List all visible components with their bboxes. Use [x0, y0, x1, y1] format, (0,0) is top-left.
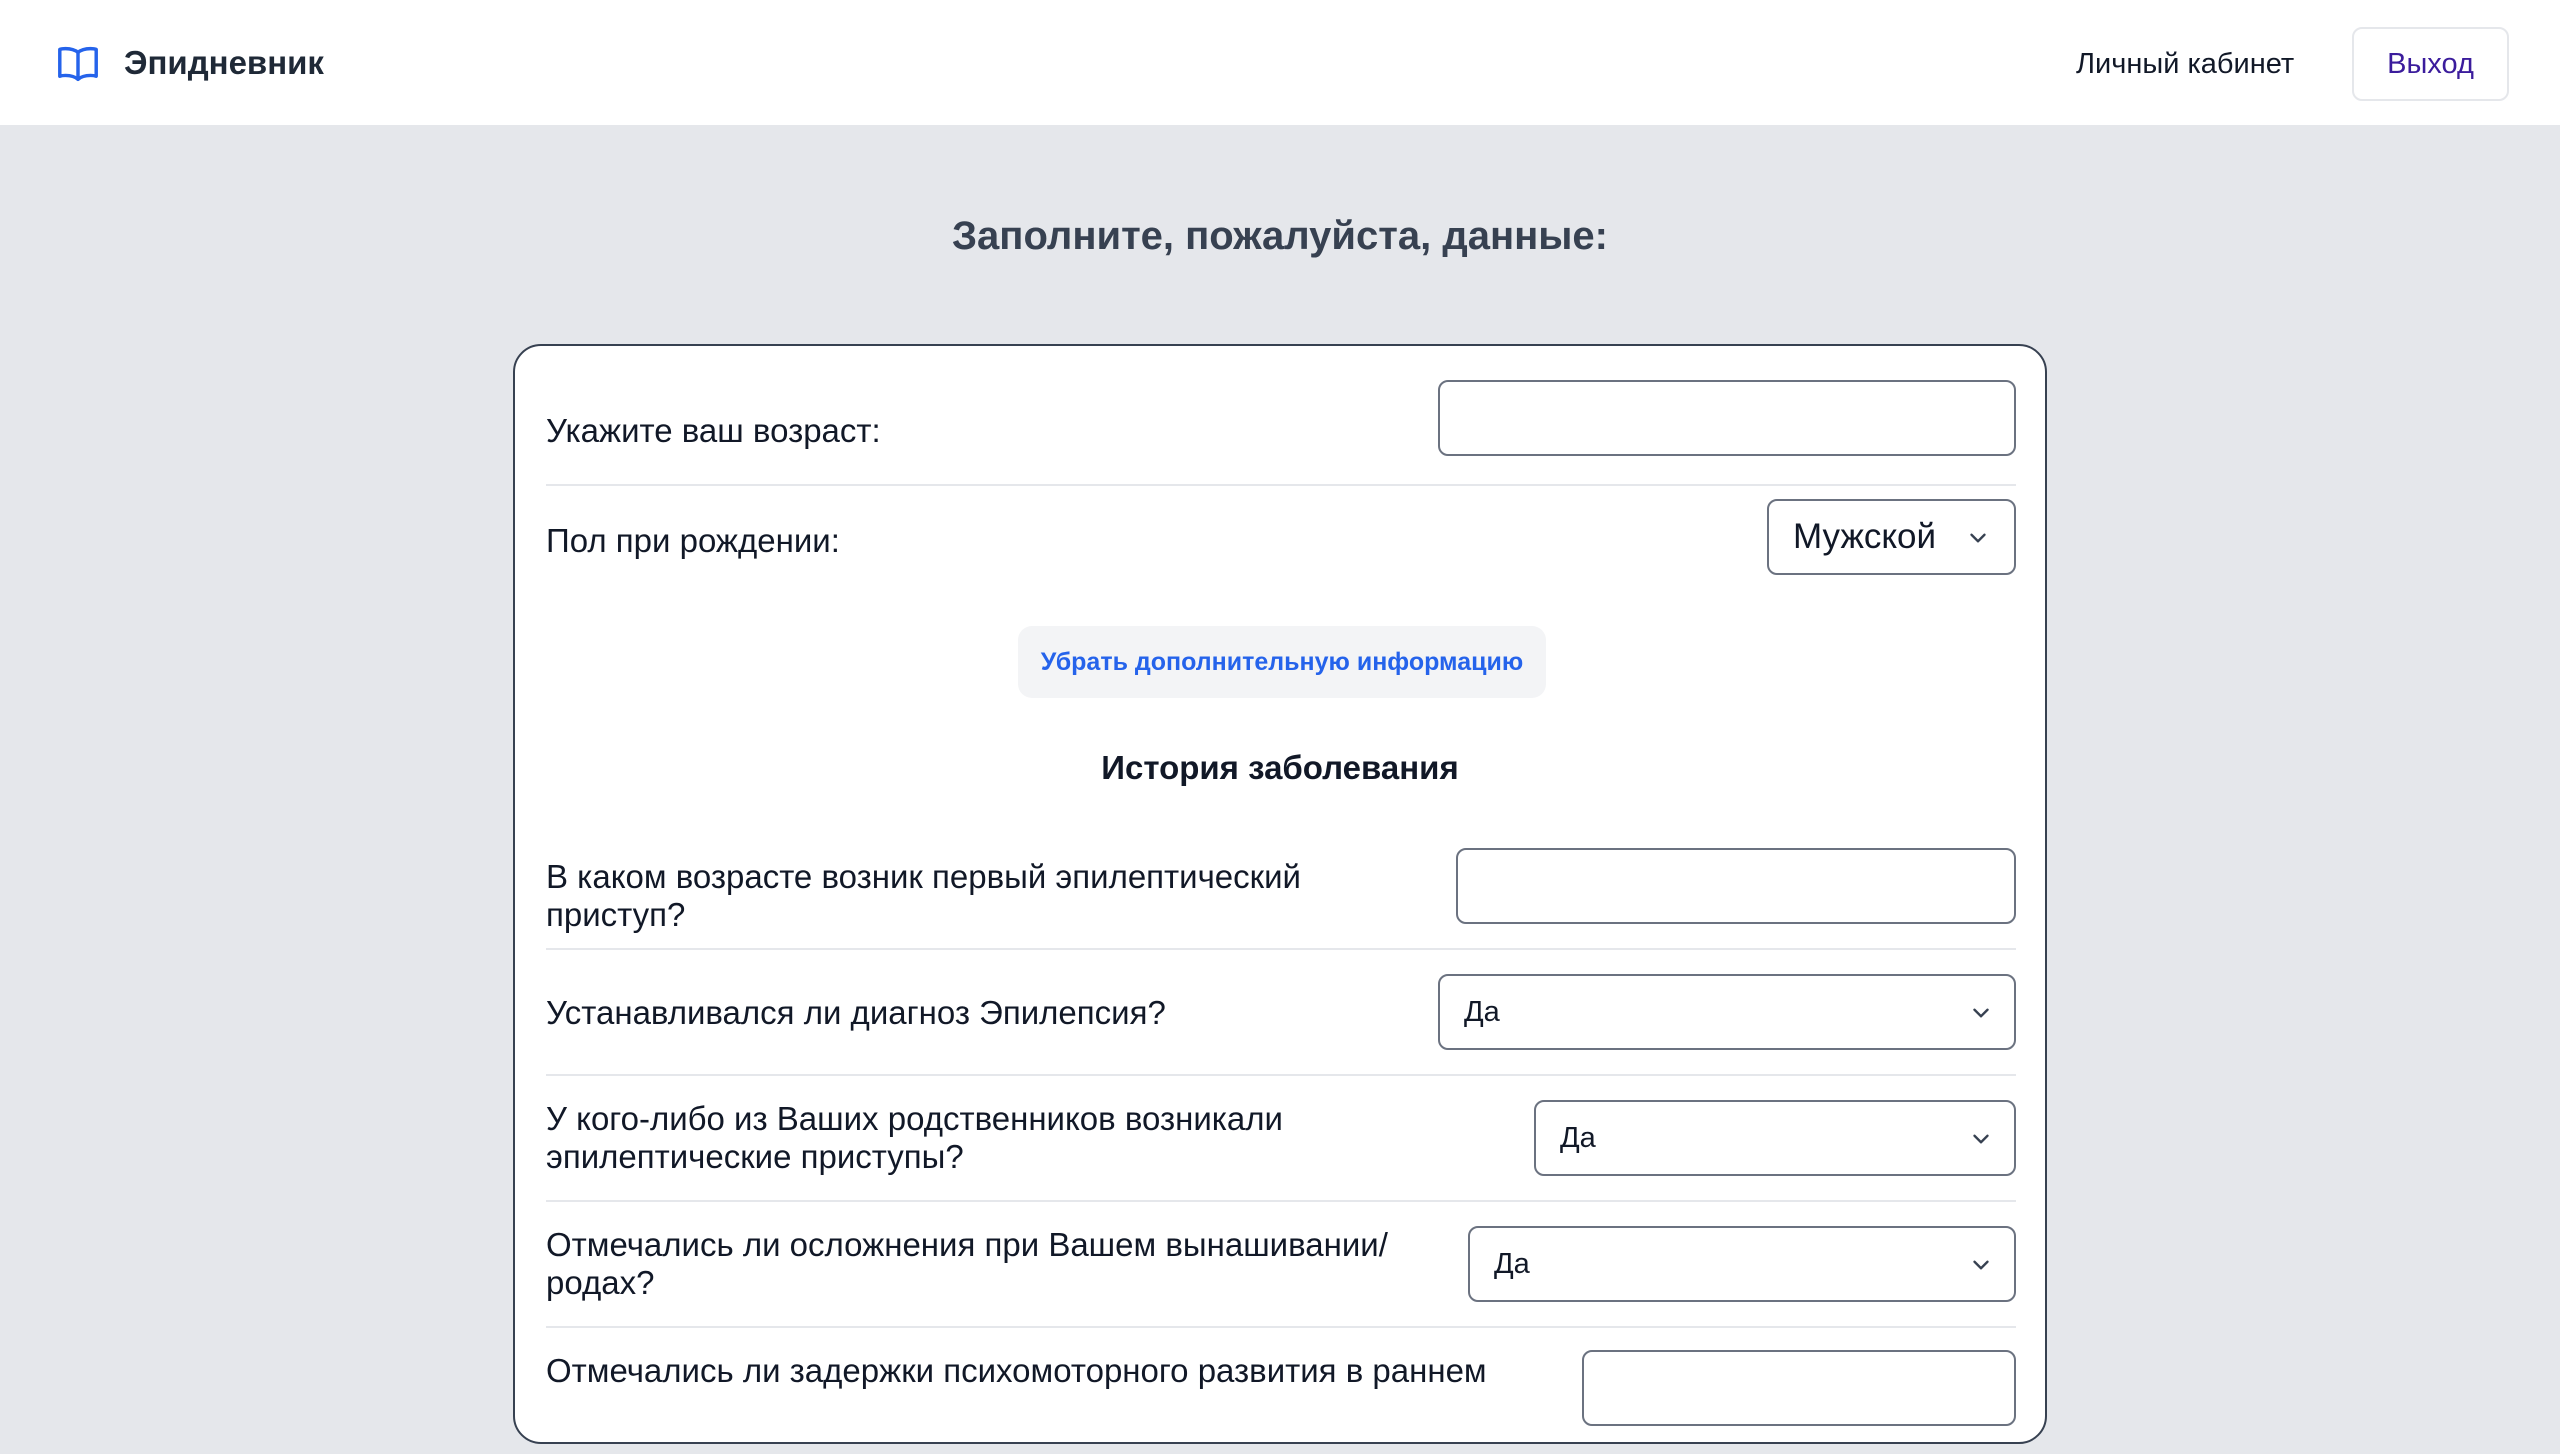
brand[interactable]: Эпидневник	[54, 40, 324, 86]
psychomotor-delay-row: Отмечались ли задержки психомоторного ра…	[546, 1328, 2016, 1454]
sex-label: Пол при рождении:	[546, 522, 840, 559]
pregnancy-complications-select[interactable]: Да	[1468, 1226, 2016, 1302]
pregnancy-complications-label: Отмечались ли осложнения при Вашем вынаш…	[546, 1226, 1388, 1301]
pregnancy-complications-row: Отмечались ли осложнения при Вашем вынаш…	[546, 1202, 2016, 1328]
sex-select-value: Мужской	[1793, 517, 1937, 556]
psychomotor-delay-select[interactable]	[1582, 1350, 2016, 1426]
relatives-seizures-select[interactable]: Да	[1534, 1100, 2016, 1176]
first-seizure-age-input[interactable]	[1456, 848, 2016, 924]
pregnancy-complications-value: Да	[1494, 1248, 1530, 1280]
top-navbar: Эпидневник Личный кабинет Выход	[0, 0, 2560, 126]
brand-name: Эпидневник	[124, 44, 324, 81]
relatives-seizures-value: Да	[1560, 1122, 1596, 1154]
first-seizure-age-row: В каком возрасте возник первый эпилептич…	[546, 834, 2016, 950]
patient-data-form: Укажите ваш возраст: Пол при рождении: М…	[513, 344, 2047, 1444]
psychomotor-delay-label: Отмечались ли задержки психомоторного ра…	[546, 1352, 1487, 1389]
chevron-down-icon	[1973, 1134, 1989, 1144]
epilepsy-diagnosis-row: Устанавливался ли диагноз Эпилепсия? Да	[546, 950, 2016, 1076]
logout-button[interactable]: Выход	[2352, 27, 2509, 101]
chevron-down-icon	[1970, 533, 1986, 543]
age-row: Укажите ваш возраст:	[546, 376, 2016, 486]
sex-row: Пол при рождении: Мужской	[546, 486, 2016, 606]
epilepsy-diagnosis-value: Да	[1464, 996, 1500, 1028]
chevron-down-icon	[1973, 1260, 1989, 1270]
chevron-down-icon	[1973, 1008, 1989, 1018]
hide-extra-info-button[interactable]: Убрать дополнительную информацию	[1018, 626, 1546, 698]
age-label: Укажите ваш возраст:	[546, 412, 881, 449]
relatives-seizures-row: У кого-либо из Ваших родственников возни…	[546, 1076, 2016, 1202]
epilepsy-diagnosis-select[interactable]: Да	[1438, 974, 2016, 1050]
sex-select[interactable]: Мужской	[1767, 499, 2016, 575]
first-seizure-age-label: В каком возрасте возник первый эпилептич…	[546, 858, 1301, 933]
age-input[interactable]	[1438, 380, 2016, 456]
epilepsy-diagnosis-label: Устанавливался ли диагноз Эпилепсия?	[546, 994, 1166, 1031]
personal-cabinet-link[interactable]: Личный кабинет	[2076, 44, 2294, 84]
section-title-medical-history: История заболевания	[1101, 749, 1459, 786]
page-title: Заполните, пожалуйста, данные:	[952, 214, 1608, 258]
relatives-seizures-label: У кого-либо из Ваших родственников возни…	[546, 1100, 1283, 1175]
open-book-icon	[58, 46, 98, 82]
